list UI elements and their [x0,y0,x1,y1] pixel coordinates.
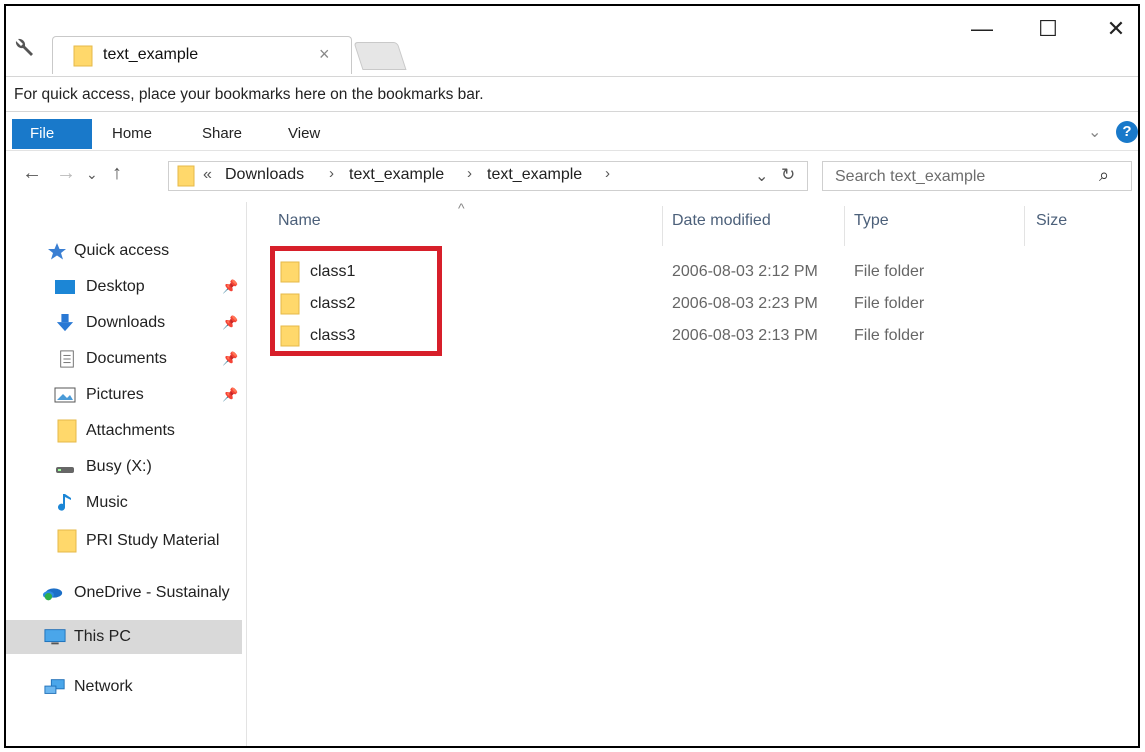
sidebar-item-label: This PC [74,628,131,645]
ribbon-tab-file[interactable]: File [12,119,92,149]
new-tab-button[interactable] [353,42,407,70]
search-input[interactable] [833,165,1087,189]
ribbon-tab-view[interactable]: View [288,120,320,148]
pin-icon: 📌 [222,279,239,294]
pin-icon: 📌 [222,351,239,366]
overflow-crumb[interactable]: « [203,166,212,184]
up-icon[interactable]: ↑ [112,162,122,185]
breadcrumb-text-example-2[interactable]: text_example [487,166,582,184]
pane-divider[interactable] [246,202,247,746]
sidebar-item-downloads[interactable]: Downloads 📌 [6,306,242,340]
pin-icon: 📌 [222,315,239,330]
network-icon [44,679,65,694]
file-type: File folder [854,263,925,280]
sidebar-item-label: Documents [86,350,167,367]
forward-icon[interactable]: → [56,162,76,185]
recent-locations-icon[interactable]: ⌄ [86,166,98,183]
star-icon [48,243,66,260]
breadcrumb-separator[interactable]: › [329,165,334,182]
file-date: 2006-08-03 2:12 PM [672,263,818,280]
this-pc-icon [44,629,66,645]
breadcrumb-text-example[interactable]: text_example [349,166,444,184]
minimize-button[interactable]: — [962,12,1002,46]
document-icon [60,350,74,368]
file-date: 2006-08-03 2:23 PM [672,295,818,312]
file-type: File folder [854,295,925,312]
breadcrumb-separator[interactable]: › [467,165,472,182]
folder-icon [73,45,93,67]
sidebar-item-pictures[interactable]: Pictures 📌 [6,378,242,412]
sidebar-item-pri-study-material[interactable]: PRI Study Material [6,524,242,558]
back-icon[interactable]: ← [22,162,42,185]
column-header-type[interactable]: Type [854,212,889,230]
column-header-name[interactable]: Name [278,212,321,230]
sidebar-item-music[interactable]: Music [6,486,242,520]
column-separator[interactable] [844,206,845,246]
maximize-button[interactable]: ☐ [1028,12,1068,46]
close-window-button[interactable]: ✕ [1096,12,1136,46]
sidebar-item-label: Downloads [86,314,166,331]
search-icon[interactable]: ⌕ [1099,165,1109,186]
sidebar-item-label: Busy (X:) [86,458,152,475]
search-box[interactable]: ⌕ [822,161,1132,191]
help-icon[interactable]: ? [1116,121,1138,143]
address-dropdown-icon[interactable]: ⌄ [755,166,768,186]
ribbon-tab-share[interactable]: Share [202,120,242,148]
refresh-icon[interactable]: ↻ [781,165,795,185]
column-header-date[interactable]: Date modified [672,212,771,230]
tab-title: text_example [103,46,199,63]
ribbon-tab-home[interactable]: Home [112,120,152,148]
breadcrumb-downloads[interactable]: Downloads [225,166,304,184]
sidebar-item-quick-access[interactable]: Quick access [6,234,242,268]
sidebar-item-attachments[interactable]: Attachments [6,414,242,448]
drive-icon [56,467,74,473]
ribbon: File Home Share View ⌄ ? [6,116,1138,151]
pin-icon: 📌 [222,387,239,402]
folder-icon [177,165,195,187]
sidebar-item-label: PRI Study Material [86,532,220,549]
bookmarks-bar-message: For quick access, place your bookmarks h… [6,76,1138,112]
onedrive-icon [42,588,63,601]
sidebar-item-label: Attachments [86,422,175,439]
sidebar-item-label: Quick access [74,242,170,259]
sidebar-item-label: Pictures [86,386,144,403]
sidebar-item-documents[interactable]: Documents 📌 [6,342,242,376]
address-bar[interactable]: « Downloads › text_example › text_exampl… [168,161,808,191]
navigation-bar: ← → ⌄ ↑ « Downloads › text_example › tex… [6,156,1138,196]
sidebar-item-busy-drive[interactable]: Busy (X:) [6,450,242,484]
file-date: 2006-08-03 2:13 PM [672,327,818,344]
sidebar-item-label: Desktop [86,278,145,295]
wrench-icon[interactable] [14,36,36,58]
music-note-icon [58,494,71,511]
sidebar-item-network[interactable]: Network [6,670,242,704]
breadcrumb-separator[interactable]: › [605,165,610,182]
sidebar-item-label: Network [74,678,133,695]
column-header-size[interactable]: Size [1036,212,1067,230]
file-list: ^ Name Date modified Type Size class1 20… [248,200,1138,746]
navigation-pane: Quick access Desktop 📌 Downloads 📌 Docum… [6,202,246,746]
sidebar-item-onedrive[interactable]: OneDrive - Sustainaly [6,576,242,610]
desktop-icon [55,280,75,294]
browser-tab[interactable]: text_example × [52,36,352,74]
sidebar-item-label: OneDrive - Sustainaly [74,584,230,601]
file-type: File folder [854,327,925,344]
close-tab-icon[interactable]: × [319,44,330,65]
download-arrow-icon [56,314,74,332]
highlight-box [270,246,442,356]
folder-icon [57,419,77,443]
sidebar-item-desktop[interactable]: Desktop 📌 [6,270,242,304]
explorer-window: text_example × — ☐ ✕ For quick access, p… [4,4,1140,748]
title-bar: text_example × — ☐ ✕ [6,6,1138,74]
pictures-icon [54,387,76,403]
sidebar-item-label: Music [86,494,128,511]
column-separator[interactable] [1024,206,1025,246]
sort-ascending-icon: ^ [458,200,465,216]
folder-icon [57,529,77,553]
column-separator[interactable] [662,206,663,246]
sidebar-item-this-pc[interactable]: This PC [6,620,242,654]
expand-ribbon-icon[interactable]: ⌄ [1088,122,1101,142]
